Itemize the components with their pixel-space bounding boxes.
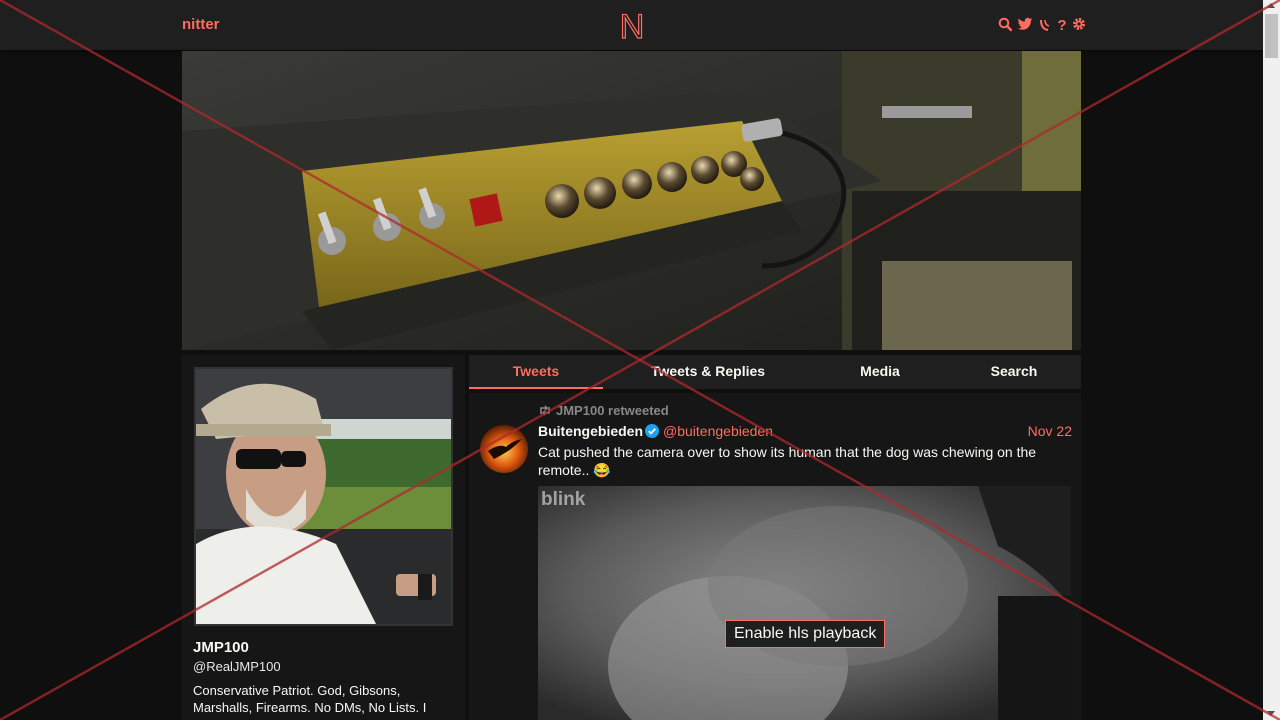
tweet-fullname[interactable]: Buitengebieden — [538, 423, 643, 439]
verified-icon — [645, 424, 660, 438]
page-scrollbar[interactable] — [1263, 0, 1280, 720]
tweet-video[interactable]: blink Enable hls playback — [538, 486, 1071, 720]
profile-avatar[interactable] — [194, 367, 453, 626]
profile-username[interactable]: @RealJMP100 — [193, 659, 281, 674]
svg-text:?: ? — [1057, 17, 1066, 32]
tab-search[interactable]: Search — [977, 363, 1051, 379]
profile-banner[interactable] — [182, 51, 1081, 350]
tab-media[interactable]: Media — [847, 363, 913, 379]
search-icon[interactable] — [998, 16, 1013, 32]
retweet-header: JMP100 retweeted — [538, 403, 669, 418]
avatar-image — [480, 425, 528, 473]
tab-tweets-replies[interactable]: Tweets & Replies — [623, 363, 793, 379]
twitter-icon[interactable] — [1017, 16, 1033, 32]
profile-fullname[interactable]: JMP100 — [193, 639, 249, 656]
gear-icon[interactable] — [1072, 16, 1086, 32]
help-icon[interactable]: ? — [1057, 16, 1067, 34]
retweet-label[interactable]: JMP100 retweeted — [556, 403, 669, 418]
brand-link[interactable]: nitter — [182, 16, 220, 33]
banner-image — [182, 51, 1081, 350]
video-frame: blink — [538, 486, 1071, 720]
video-watermark: blink — [541, 489, 586, 510]
scroll-down-arrow-icon[interactable] — [1267, 711, 1275, 716]
timeline-tabs: Tweets Tweets & Replies Media Search — [469, 355, 1081, 389]
retweet-icon — [540, 405, 550, 416]
avatar-image — [196, 369, 451, 624]
enable-hls-button[interactable]: Enable hls playback — [725, 620, 886, 648]
tweet-date[interactable]: Nov 22 — [1028, 423, 1072, 439]
tweet-avatar[interactable] — [480, 425, 528, 473]
tweet-text: Cat pushed the camera over to show its h… — [538, 444, 1037, 478]
timeline: Tweets Tweets & Replies Media Search JMP… — [469, 355, 1081, 720]
navbar: nitter N ? — [0, 0, 1263, 50]
tab-tweets[interactable]: Tweets — [469, 363, 603, 379]
profile-card: JMP100 @RealJMP100 Conservative Patriot.… — [182, 355, 465, 720]
svg-text:N: N — [620, 8, 645, 42]
nitter-logo[interactable]: N — [618, 8, 646, 42]
tweet-header: Buitengebieden @buitengebieden Nov 22 — [538, 423, 1072, 441]
active-tab-underline — [469, 387, 603, 389]
profile-bio: Conservative Patriot. God, Gibsons, Mars… — [193, 683, 427, 715]
tweet-username[interactable]: @buitengebieden — [663, 423, 773, 439]
rss-icon[interactable] — [1038, 16, 1052, 32]
nav-icons: ? — [998, 16, 1086, 34]
scroll-thumb[interactable] — [1265, 14, 1278, 58]
scroll-up-arrow-icon[interactable] — [1267, 3, 1275, 8]
timeline-item[interactable]: JMP100 retweeted Buitengebieden @buitenge… — [469, 393, 1081, 720]
